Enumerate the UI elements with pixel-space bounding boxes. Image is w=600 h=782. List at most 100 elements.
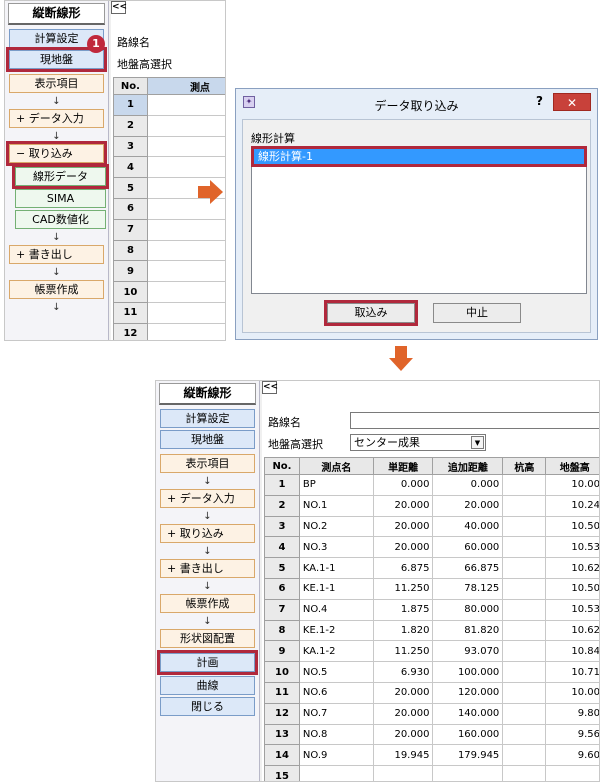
table-row[interactable]: 8 xyxy=(113,239,225,262)
row-number[interactable]: 3 xyxy=(113,135,148,158)
cell-name[interactable]: KA.1-2 xyxy=(298,640,374,663)
data-input-button[interactable]: + データ入力 xyxy=(160,489,255,508)
cell-ground[interactable]: 10.62 xyxy=(545,619,599,642)
cell-single[interactable]: 1.820 xyxy=(372,619,434,642)
cell-single[interactable]: 11.250 xyxy=(372,640,434,663)
table-row[interactable]: 1 BP 0.000 0.000 10.00 xyxy=(264,474,599,496)
row-number[interactable]: 4 xyxy=(113,156,148,179)
table-row[interactable]: 12 xyxy=(113,322,225,340)
cell-ground[interactable]: 10.50 xyxy=(545,577,599,600)
existing-ground-button[interactable]: 現地盤 xyxy=(160,430,255,449)
cell-cumulative[interactable]: 93.070 xyxy=(432,640,504,663)
table-cell[interactable] xyxy=(146,322,225,340)
cell-single[interactable]: 20.000 xyxy=(372,536,434,559)
cell-ground[interactable]: 9.80 xyxy=(545,702,599,725)
row-number[interactable]: 9 xyxy=(264,640,300,663)
cell-ground[interactable]: 9.56 xyxy=(545,723,599,746)
cell-pile[interactable] xyxy=(502,765,547,781)
cell-cumulative[interactable]: 0.000 xyxy=(432,474,504,496)
display-items-button[interactable]: 表示項目 xyxy=(9,74,104,93)
table-row[interactable]: 1 xyxy=(113,94,225,116)
row-number[interactable]: 8 xyxy=(113,239,148,262)
collapse-sidebar-button[interactable]: << xyxy=(262,381,278,394)
export-button[interactable]: + 書き出し xyxy=(160,559,255,578)
cell-name[interactable]: NO.3 xyxy=(298,536,374,559)
cell-pile[interactable] xyxy=(502,577,547,600)
table-row[interactable]: 6 KE.1-1 11.250 78.125 10.50 xyxy=(264,577,599,600)
cell-name[interactable]: NO.2 xyxy=(298,515,374,538)
linear-data-button[interactable]: 線形データ xyxy=(12,164,109,189)
cancel-button[interactable]: 中止 xyxy=(433,303,521,323)
row-number[interactable]: 2 xyxy=(113,114,148,137)
cell-ground[interactable]: 10.50 xyxy=(545,515,599,538)
plan-button[interactable]: 計画 xyxy=(157,650,258,675)
data-input-button[interactable]: + データ入力 xyxy=(9,109,104,128)
row-number[interactable]: 6 xyxy=(264,577,300,600)
cell-pile[interactable] xyxy=(502,661,547,683)
cell-ground[interactable]: 9.60 xyxy=(545,744,599,767)
cell-pile[interactable] xyxy=(502,640,547,663)
cell-cumulative[interactable]: 120.000 xyxy=(432,681,504,704)
cell-ground[interactable] xyxy=(545,765,599,781)
table-row[interactable]: 2 NO.1 20.000 20.000 10.24 xyxy=(264,494,599,517)
cell-single[interactable]: 19.945 xyxy=(372,744,434,767)
cell-ground[interactable]: 10.71 xyxy=(545,661,599,683)
row-number[interactable]: 7 xyxy=(113,218,148,241)
table-row[interactable]: 7 xyxy=(113,218,225,241)
table-row[interactable]: 9 KA.1-2 11.250 93.070 10.84 xyxy=(264,640,599,663)
import-button[interactable]: − 取り込み xyxy=(6,141,107,166)
row-number[interactable]: 4 xyxy=(264,536,300,559)
cell-pile[interactable] xyxy=(502,744,547,767)
cell-ground[interactable]: 10.00 xyxy=(545,681,599,704)
report-button[interactable]: 帳票作成 xyxy=(160,594,255,613)
cell-cumulative[interactable]: 160.000 xyxy=(432,723,504,746)
cell-pile[interactable] xyxy=(502,619,547,642)
cell-ground[interactable]: 10.53 xyxy=(545,536,599,559)
cell-pile[interactable] xyxy=(502,474,547,496)
table-cell[interactable] xyxy=(146,114,225,137)
row-number[interactable]: 9 xyxy=(113,260,148,283)
collapse-sidebar-button[interactable]: << xyxy=(111,1,127,14)
cell-cumulative[interactable]: 78.125 xyxy=(432,577,504,600)
table-row[interactable]: 9 xyxy=(113,260,225,283)
cell-cumulative[interactable]: 81.820 xyxy=(432,619,504,642)
calc-settings-button[interactable]: 計算設定 xyxy=(160,409,255,428)
existing-ground-button[interactable]: 現地盤 xyxy=(6,47,107,72)
column-header[interactable]: 地盤高 xyxy=(545,457,599,475)
cell-ground[interactable]: 10.84 xyxy=(545,640,599,663)
dropdown-arrow-icon[interactable]: ▼ xyxy=(471,436,484,449)
row-number[interactable]: 2 xyxy=(264,494,300,517)
cell-single[interactable]: 6.930 xyxy=(372,661,434,683)
cell-ground[interactable]: 10.53 xyxy=(545,598,599,621)
row-number[interactable]: 11 xyxy=(264,681,300,704)
cell-single[interactable]: 20.000 xyxy=(372,702,434,725)
table-row[interactable]: 12 NO.7 20.000 140.000 9.80 xyxy=(264,702,599,725)
row-number[interactable]: 10 xyxy=(264,661,300,683)
table-row[interactable]: 13 NO.8 20.000 160.000 9.56 xyxy=(264,723,599,746)
cell-cumulative[interactable] xyxy=(432,765,504,781)
cell-cumulative[interactable]: 140.000 xyxy=(432,702,504,725)
cell-cumulative[interactable]: 179.945 xyxy=(432,744,504,767)
table-cell[interactable] xyxy=(146,239,225,262)
cell-ground[interactable]: 10.24 xyxy=(545,494,599,517)
cell-name[interactable]: NO.5 xyxy=(298,661,374,683)
row-number[interactable]: 3 xyxy=(264,515,300,538)
cell-ground[interactable]: 10.62 xyxy=(545,557,599,579)
row-number[interactable]: 11 xyxy=(113,301,148,324)
table-row[interactable]: 11 NO.6 20.000 120.000 10.00 xyxy=(264,681,599,704)
column-header[interactable]: 杭高 xyxy=(502,457,547,475)
sima-button[interactable]: SIMA xyxy=(15,189,106,208)
cell-name[interactable]: NO.1 xyxy=(298,494,374,517)
close-app-button[interactable]: 閉じる xyxy=(160,697,255,716)
column-header[interactable]: 追加距離 xyxy=(432,457,504,475)
column-header[interactable]: 単距離 xyxy=(372,457,434,475)
column-header[interactable]: 測点 xyxy=(146,77,225,95)
cell-name[interactable]: KE.1-2 xyxy=(298,619,374,642)
row-number[interactable]: 7 xyxy=(264,598,300,621)
table-cell[interactable] xyxy=(146,156,225,179)
cell-cumulative[interactable]: 100.000 xyxy=(432,661,504,683)
shape-layout-button[interactable]: 形状図配置 xyxy=(160,629,255,648)
help-button[interactable]: ? xyxy=(536,94,543,108)
cell-cumulative[interactable]: 20.000 xyxy=(432,494,504,517)
table-row[interactable]: 5 KA.1-1 6.875 66.875 10.62 xyxy=(264,557,599,579)
